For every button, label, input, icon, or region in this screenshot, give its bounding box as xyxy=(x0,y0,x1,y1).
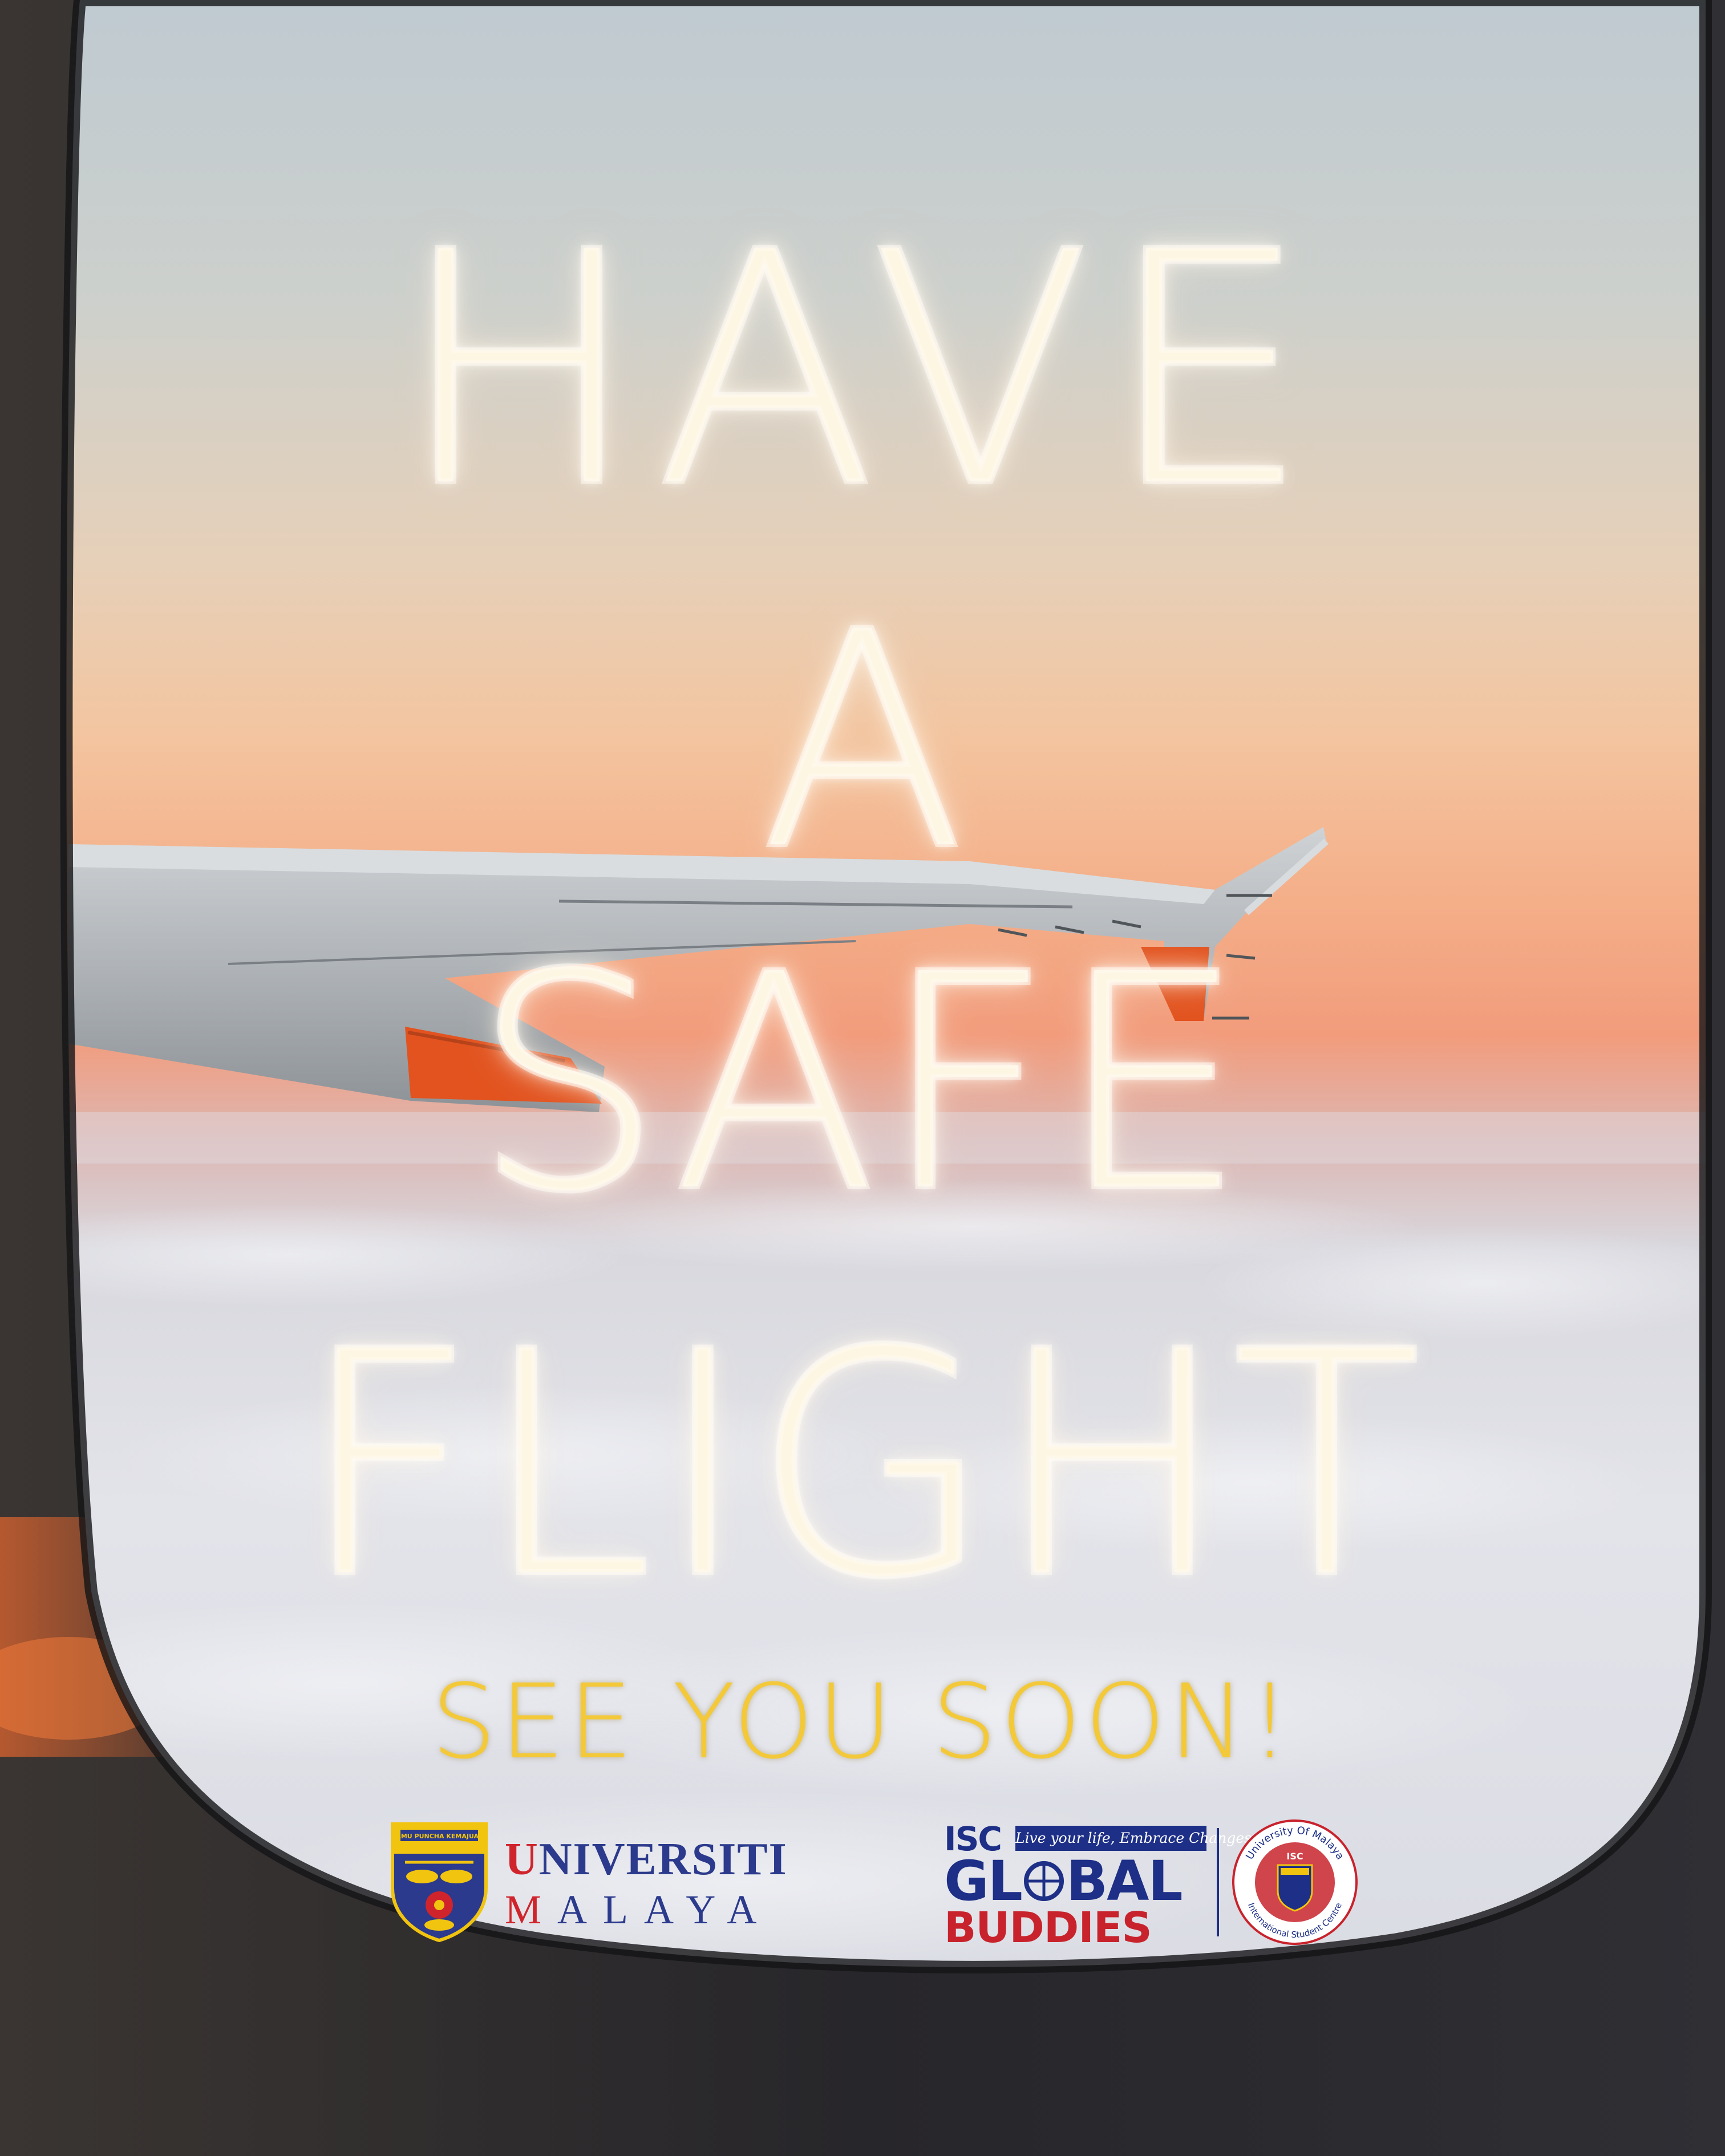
isc-global-buddies-logo: ISC Live your life, Embrace Changes GL BA… xyxy=(944,1819,1378,1949)
headline-line-safe: SAFE xyxy=(471,911,1252,1257)
headline-line-a: A xyxy=(758,569,967,914)
headline-line-flight: FLIGHT xyxy=(297,1287,1426,1645)
um-wordmark: UNIVERSITI MALAYA xyxy=(505,1837,788,1930)
um-line1-initial: U xyxy=(505,1834,539,1885)
tagline: SEE YOU SOON! xyxy=(431,1663,1294,1782)
um-line2-initial: M xyxy=(505,1887,558,1932)
universiti-malaya-logo-shown-final: ILMU PUNCHA KEMAJUAN UNIVERSITI MALAYA xyxy=(388,1819,827,1945)
headline-line-have: HAVE xyxy=(396,185,1326,557)
isc-buddies-word: BUDDIES xyxy=(944,1903,1152,1952)
shield-crest-icon: ILMU PUNCHA KEMAJUAN xyxy=(391,1822,488,1942)
isc-seal-icon: ISC University Of Malaya International S… xyxy=(1232,1819,1358,1945)
globe-icon xyxy=(1023,1861,1064,1901)
isc-slogan: Live your life, Embrace Changes xyxy=(1015,1826,1252,1851)
isc-divider xyxy=(1217,1828,1219,1936)
crest-motto: ILMU PUNCHA KEMAJUAN xyxy=(395,1833,484,1840)
um-line1-rest: NIVERSITI xyxy=(538,1834,788,1885)
poster: HAVE A SAFE FLIGHT SEE YOU SOON! ILMU PU… xyxy=(0,0,1725,2156)
isc-global-word: GL BAL xyxy=(944,1854,1183,1908)
seal-center-text: ISC xyxy=(1286,1851,1303,1862)
visible-logos: ILMU PUNCHA KEMAJUAN UNIVERSITI MALAYA I… xyxy=(0,1819,1725,1949)
um-line2-rest: ALAYA xyxy=(557,1887,773,1932)
